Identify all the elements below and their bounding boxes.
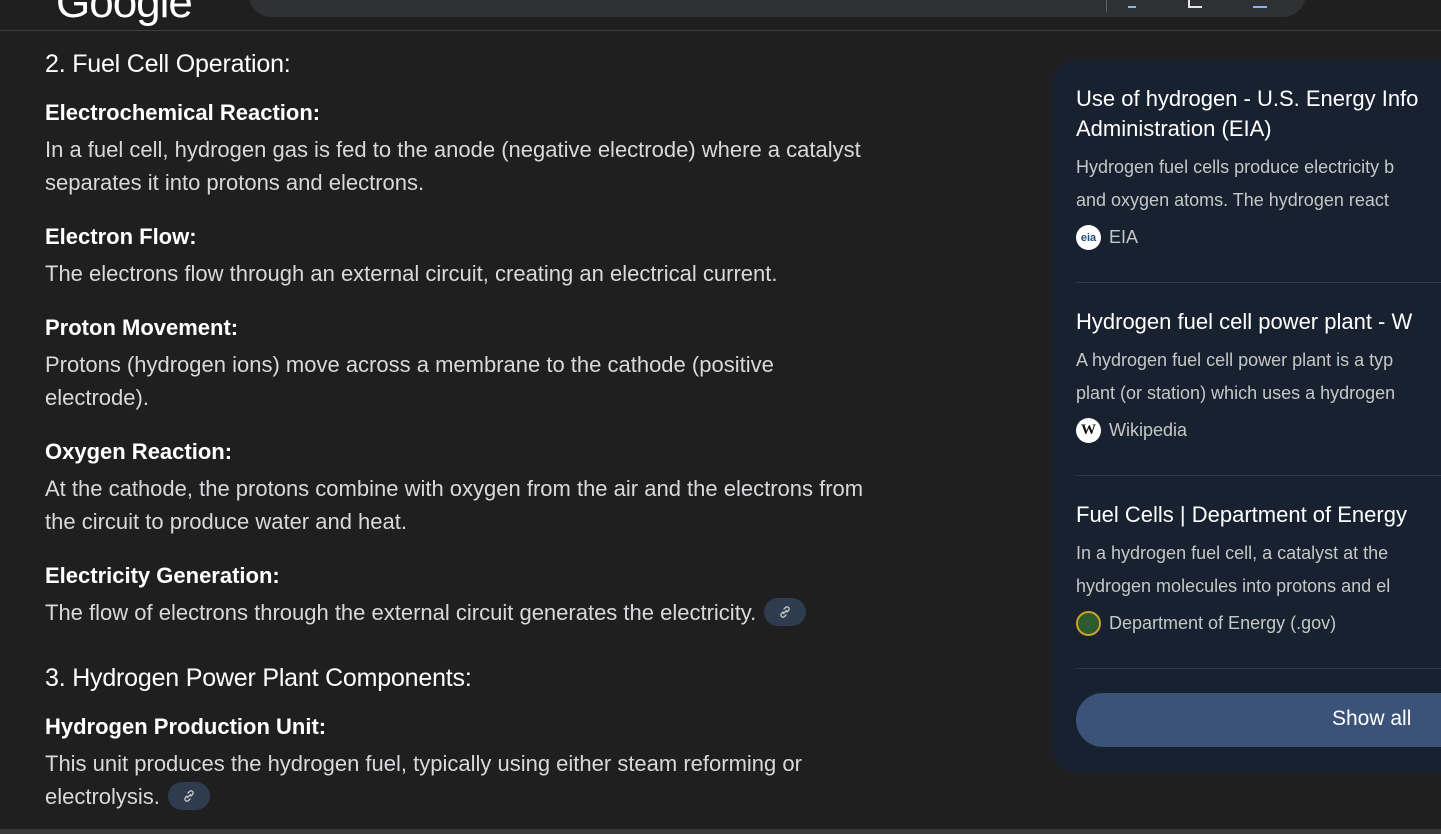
clear-icon[interactable] (1066, 0, 1080, 8)
item-text-line: The electrons flow through an external c… (45, 261, 778, 286)
source-snippet: A hydrogen fuel cell power plant is a ty… (1076, 344, 1441, 410)
source-card[interactable]: Use of hydrogen - U.S. Energy Info Admin… (1076, 84, 1441, 250)
show-all-label: Show all (1332, 707, 1412, 730)
item-title: Electron Flow: (45, 224, 197, 249)
source-card[interactable]: Hydrogen fuel cell power plant - W A hyd… (1076, 307, 1441, 443)
ai-overview-content: 2. Fuel Cell Operation: Electrochemical … (45, 31, 1005, 813)
source-meta: W Wikipedia (1076, 418, 1441, 443)
source-name: Department of Energy (.gov) (1109, 613, 1337, 633)
item-text: Protons (hydrogen ions) move across a me… (45, 348, 1005, 414)
source-snippet-line: Hydrogen fuel cells produce electricity … (1076, 157, 1395, 177)
item-title: Proton Movement: (45, 315, 239, 340)
google-logo[interactable]: Google (56, 0, 193, 28)
source-title-line: Hydrogen fuel cell power plant - W (1076, 309, 1413, 334)
search-box[interactable] (248, 0, 1306, 17)
item-text-line: At the cathode, the protons combine with… (45, 476, 864, 501)
item-text: This unit produces the hydrogen fuel, ty… (45, 747, 1005, 813)
item-text-line: This unit produces the hydrogen fuel, ty… (45, 751, 802, 776)
source-name: Wikipedia (1109, 420, 1188, 440)
item-title: Oxygen Reaction: (45, 439, 233, 464)
source-link-button[interactable] (167, 782, 210, 811)
camera-lens-icon[interactable] (1188, 0, 1202, 8)
source-name: EIA (1109, 227, 1139, 247)
source-title-line: Fuel Cells | Department of Energy (1076, 502, 1407, 527)
source-title[interactable]: Use of hydrogen - U.S. Energy Info Admin… (1076, 84, 1441, 144)
source-title[interactable]: Fuel Cells | Department of Energy (1076, 500, 1441, 530)
search-divider (1106, 0, 1107, 12)
wikipedia-favicon-icon: W (1076, 418, 1101, 443)
item-title: Electrochemical Reaction: (45, 100, 321, 125)
search-icon[interactable] (1253, 0, 1267, 8)
source-snippet-line: hydrogen molecules into protons and el (1076, 576, 1391, 596)
source-card[interactable]: Fuel Cells | Department of Energy In a h… (1076, 500, 1441, 636)
item-text: The electrons flow through an external c… (45, 257, 1005, 290)
source-snippet-line: A hydrogen fuel cell power plant is a ty… (1076, 350, 1394, 370)
source-title-line: Use of hydrogen - U.S. Energy Info (1076, 86, 1419, 111)
item-text-line: Protons (hydrogen ions) move across a me… (45, 352, 774, 377)
link-icon (184, 790, 194, 802)
section-heading: 3. Hydrogen Power Plant Components: (45, 664, 472, 692)
section-heading: 2. Fuel Cell Operation: (45, 50, 291, 78)
divider (1076, 282, 1441, 283)
source-title[interactable]: Hydrogen fuel cell power plant - W (1076, 307, 1441, 337)
item-text-line: The flow of electrons through the extern… (45, 600, 757, 625)
item-text-line: electrode). (45, 385, 149, 410)
item-text-line: In a fuel cell, hydrogen gas is fed to t… (45, 137, 861, 162)
source-snippet: In a hydrogen fuel cell, a catalyst at t… (1076, 537, 1441, 603)
link-icon (780, 606, 791, 618)
item-title: Hydrogen Production Unit: (45, 714, 327, 739)
item-text: The flow of electrons through the extern… (45, 596, 1005, 629)
item-title: Electricity Generation: (45, 563, 280, 588)
source-meta: Department of Energy (.gov) (1076, 611, 1441, 636)
eia-favicon-icon: eia (1076, 225, 1101, 250)
show-all-button[interactable]: Show all (1076, 693, 1441, 747)
item-text-line: the circuit to produce water and heat. (45, 509, 407, 534)
source-snippet: Hydrogen fuel cells produce electricity … (1076, 151, 1441, 217)
item-text-line: electrolysis. (45, 784, 160, 809)
divider (1076, 475, 1441, 476)
source-snippet-line: plant (or station) which uses a hydrogen (1076, 383, 1396, 403)
source-meta: eia EIA (1076, 225, 1441, 250)
source-link-button[interactable] (764, 598, 807, 627)
item-text: In a fuel cell, hydrogen gas is fed to t… (45, 133, 1005, 199)
microphone-icon[interactable] (1128, 0, 1136, 8)
source-snippet-line: and oxygen atoms. The hydrogen react (1076, 190, 1389, 210)
item-text: At the cathode, the protons combine with… (45, 472, 1005, 538)
source-title-line: Administration (EIA) (1076, 116, 1272, 141)
doe-seal-favicon-icon (1076, 611, 1101, 636)
item-text-line: separates it into protons and electrons. (45, 170, 425, 195)
bottom-strip (0, 829, 1441, 834)
source-snippet-line: In a hydrogen fuel cell, a catalyst at t… (1076, 543, 1389, 563)
sources-panel: Use of hydrogen - U.S. Energy Info Admin… (1052, 60, 1441, 772)
divider (1076, 668, 1441, 669)
top-bar: Google (0, 0, 1441, 31)
